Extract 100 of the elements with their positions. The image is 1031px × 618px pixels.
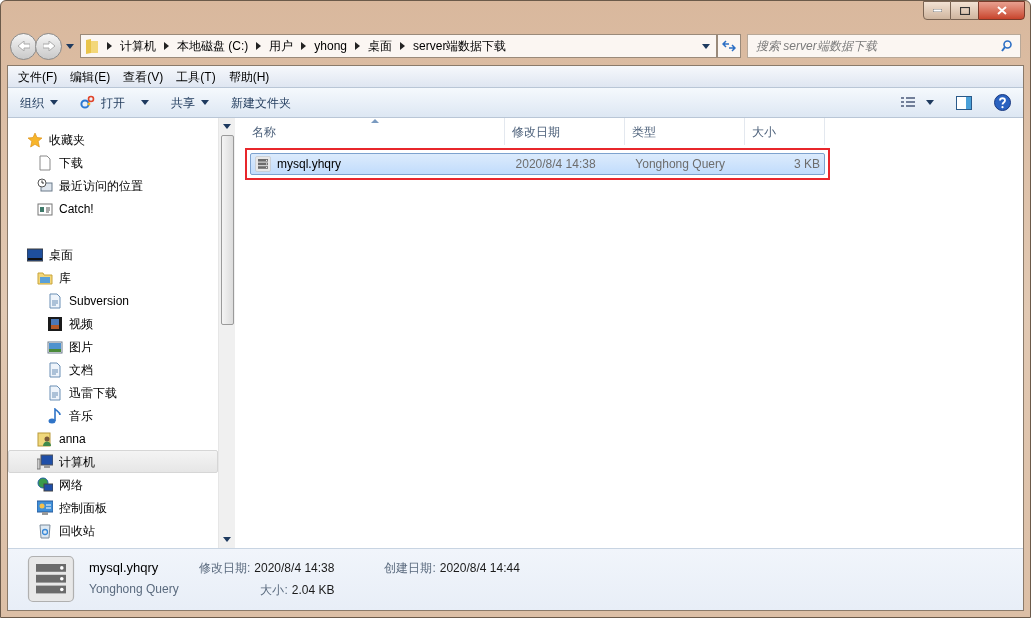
- sidebar-item[interactable]: 控制面板: [8, 496, 218, 519]
- document-icon: [47, 292, 63, 309]
- scrollbar[interactable]: [218, 118, 235, 548]
- sidebar-item[interactable]: 图片: [8, 335, 218, 358]
- sidebar-item[interactable]: 文档: [8, 358, 218, 381]
- caret-icon: [201, 100, 209, 105]
- forward-arrow-icon: [42, 41, 55, 51]
- clock-computer-icon: [37, 177, 53, 194]
- scroll-down-icon: [223, 537, 231, 542]
- toolbar-button[interactable]: 打开: [80, 90, 149, 115]
- pane-layout-icon: [956, 95, 972, 110]
- column-header[interactable]: 修改日期: [505, 118, 625, 145]
- toolbar-button[interactable]: 共享: [171, 90, 209, 115]
- computer-icon: [37, 453, 53, 470]
- toolbar-button[interactable]: 组织: [20, 90, 58, 115]
- forward-button[interactable]: [35, 32, 62, 60]
- chevron-icon: [164, 42, 169, 50]
- help-icon: [994, 94, 1011, 111]
- column-header[interactable]: 大小: [745, 118, 825, 145]
- minimize-icon: [932, 9, 942, 12]
- breadcrumb-item[interactable]: 计算机: [120, 37, 156, 55]
- desktop-icon: [27, 246, 43, 263]
- film-icon: [47, 315, 63, 332]
- file-row[interactable]: mysql.yhqry 2020/8/4 14:38 Yonghong Query 3 KB: [250, 153, 825, 175]
- sidebar-item[interactable]: 收藏夹: [8, 128, 218, 151]
- sidebar-item[interactable]: anna: [8, 427, 218, 450]
- menu-item[interactable]: 查看(V): [123, 67, 164, 86]
- history-caret-icon: [66, 43, 74, 49]
- refresh-arrows-icon: [722, 40, 736, 52]
- file-name: mysql.yhqry: [277, 156, 341, 173]
- colored-rings-icon: [80, 95, 95, 110]
- sidebar-item[interactable]: 下载: [8, 151, 218, 174]
- file-size: 3 KB: [793, 156, 821, 173]
- dropdown-caret-icon: [702, 43, 710, 49]
- maximize-button[interactable]: [951, 1, 978, 20]
- menu-item[interactable]: 工具(T): [176, 67, 216, 86]
- column-header[interactable]: 类型: [625, 118, 745, 145]
- back-button[interactable]: [10, 32, 37, 60]
- preview-pane-button[interactable]: [956, 95, 972, 110]
- chevron-icon: [107, 42, 112, 50]
- globe-monitor-icon: [37, 476, 53, 493]
- menu-item[interactable]: 编辑(E): [70, 67, 111, 86]
- picture-icon: [47, 338, 63, 355]
- details-value: 2020/8/4 14:44: [439, 560, 520, 577]
- sidebar-item[interactable]: 库: [8, 266, 218, 289]
- close-icon: [996, 6, 1007, 15]
- details-label: 大小:: [260, 582, 288, 599]
- breadcrumb-item[interactable]: 本地磁盘 (C:): [177, 37, 249, 55]
- file-type: Yonghong Query: [634, 156, 726, 173]
- sidebar-item[interactable]: 计算机: [8, 450, 218, 473]
- details-file-type: Yonghong Query: [89, 580, 180, 598]
- breadcrumb-item[interactable]: yhong: [314, 37, 348, 55]
- recycle-bin-icon: [37, 522, 53, 539]
- chevron-icon: [256, 42, 262, 50]
- search-field[interactable]: 搜索 server端数据下载: [747, 34, 1021, 58]
- back-arrow-icon: [17, 41, 30, 51]
- chevron-icon: [355, 42, 361, 50]
- toolbar-button[interactable]: 新建文件夹: [231, 90, 291, 115]
- modified-date: 2020/8/4 14:38: [514, 156, 597, 173]
- close-button[interactable]: [978, 1, 1025, 20]
- server-file-icon: [255, 156, 271, 172]
- chevron-icon: [301, 42, 307, 50]
- document-icon: [47, 384, 63, 401]
- sidebar-item[interactable]: 音乐: [8, 404, 218, 427]
- sidebar-item[interactable]: 网络: [8, 473, 218, 496]
- sidebar-item[interactable]: 视频: [8, 312, 218, 335]
- details-view-icon: [900, 96, 916, 109]
- refresh-button[interactable]: [717, 34, 741, 58]
- sidebar-item[interactable]: 迅雷下载: [8, 381, 218, 404]
- menu-item[interactable]: 文件(F): [18, 67, 58, 86]
- breadcrumb-item[interactable]: 桌面: [368, 37, 393, 55]
- sidebar-item[interactable]: 最近访问的位置: [8, 174, 218, 197]
- server-file-icon: [27, 555, 75, 603]
- user-folder-icon: [37, 430, 53, 447]
- minimize-button[interactable]: [923, 1, 951, 20]
- caret-icon: [50, 100, 58, 105]
- column-header[interactable]: 名称: [245, 118, 505, 145]
- control-panel-icon: [37, 499, 53, 516]
- sort-arrow-icon: [370, 119, 379, 123]
- sidebar-item[interactable]: Catch!: [8, 197, 218, 220]
- details-value: 2020/8/4 14:38: [254, 560, 335, 577]
- scroll-up-icon: [223, 124, 231, 129]
- view-options-button[interactable]: [900, 96, 934, 109]
- address-bar[interactable]: 计算机 本地磁盘 (C:) 用户 yhong 桌面 server端数据下载: [80, 34, 717, 58]
- caret-icon: [141, 100, 149, 105]
- folder-icon: [85, 38, 99, 54]
- sidebar-item[interactable]: Subversion: [8, 289, 218, 312]
- menu-item[interactable]: 帮助(H): [228, 67, 270, 86]
- sidebar-item[interactable]: 桌面: [8, 243, 218, 266]
- star-icon: [27, 131, 43, 148]
- details-label: 创建日期:: [384, 560, 436, 577]
- caret-icon: [926, 100, 934, 105]
- details-file-name: mysql.yhqry: [89, 559, 160, 577]
- breadcrumb-item[interactable]: server端数据下载: [413, 37, 507, 55]
- folder-icon: [37, 269, 53, 286]
- help-button[interactable]: [994, 94, 1011, 111]
- breadcrumb-item[interactable]: 用户: [269, 37, 294, 55]
- page-icon: [37, 154, 53, 171]
- search-input[interactable]: 搜索 server端数据下载: [756, 37, 1001, 55]
- sidebar-item[interactable]: 回收站: [8, 519, 218, 542]
